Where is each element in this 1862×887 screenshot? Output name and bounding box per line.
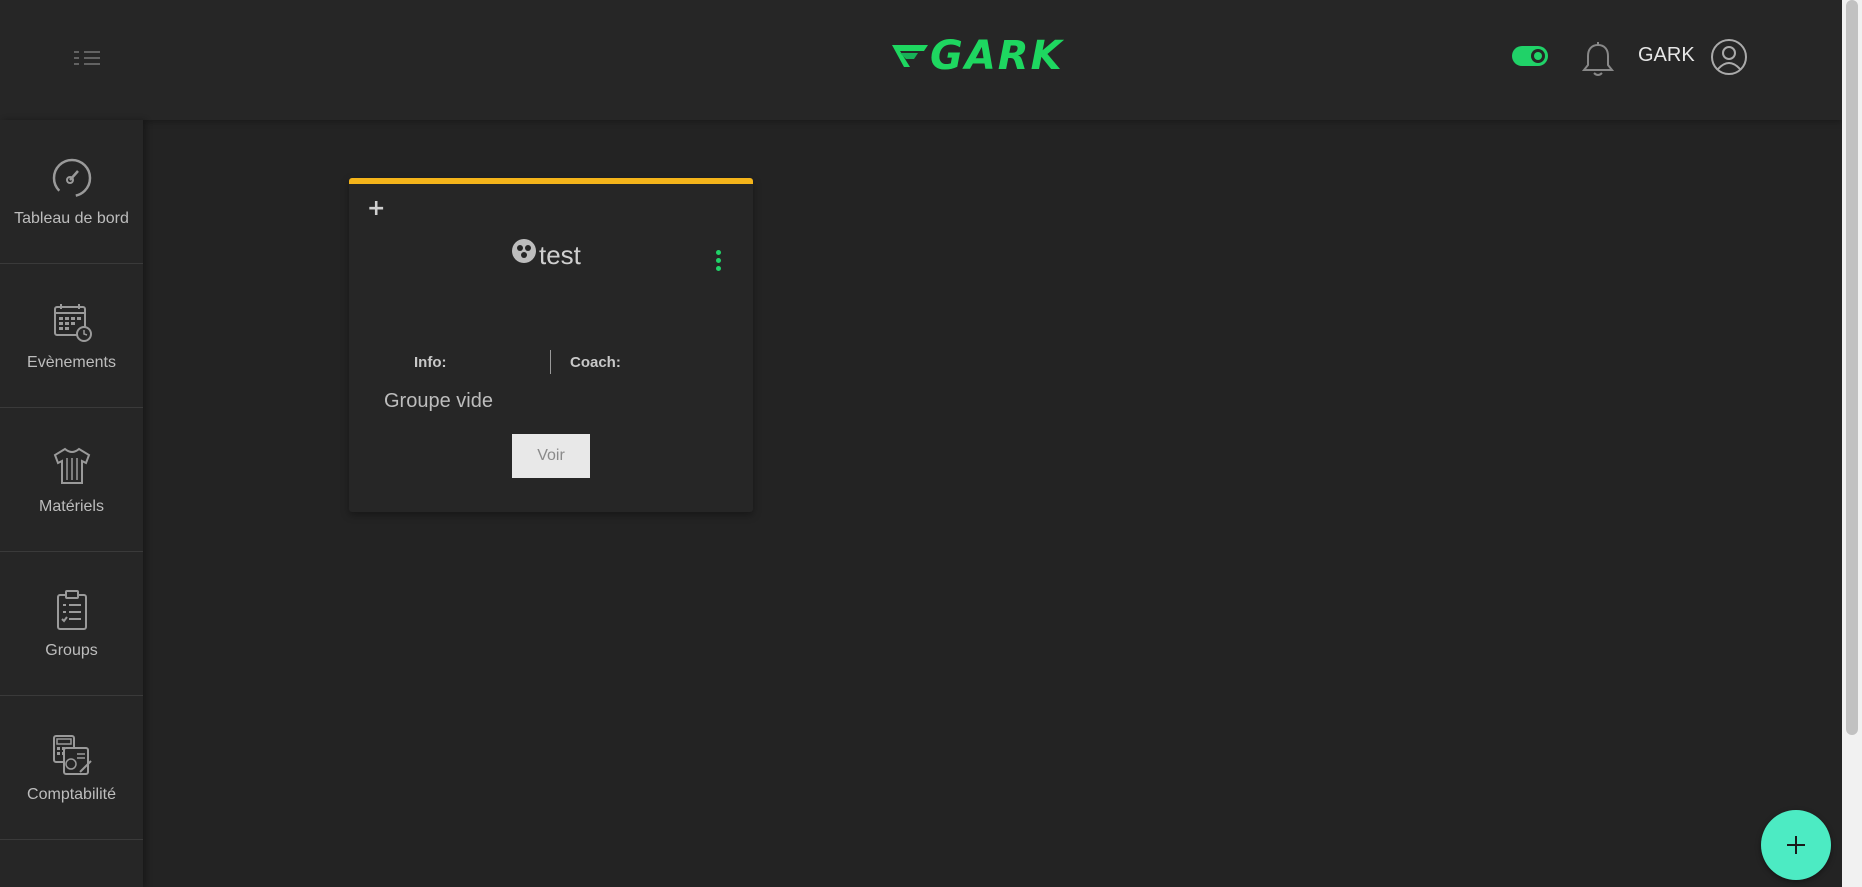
accounting-icon xyxy=(52,734,92,775)
sidebar-item-label: Groups xyxy=(45,641,98,659)
theme-toggle[interactable] xyxy=(1512,46,1548,66)
toggle-knob xyxy=(1531,49,1545,63)
logo-mark-icon xyxy=(892,45,928,67)
group-title-wrap: test xyxy=(511,239,581,271)
group-card: + test Info: Coach: Groupe vide Voir xyxy=(349,178,753,512)
notification-bell-icon[interactable] xyxy=(1580,40,1616,80)
sidebar-item-label: Matériels xyxy=(39,497,104,515)
info-coach-divider xyxy=(550,350,551,374)
sidebar-item-label: Evènements xyxy=(27,353,116,371)
sidebar: Tableau de bord Evènements Matériels Gro… xyxy=(0,120,143,887)
empty-group-text: Groupe vide xyxy=(384,390,493,412)
view-group-button[interactable]: Voir xyxy=(512,434,590,478)
app-logo[interactable]: GARK xyxy=(890,36,1064,76)
sidebar-item-events[interactable]: Evènements xyxy=(0,264,143,408)
scrollbar-thumb[interactable] xyxy=(1846,0,1858,735)
speedometer-icon xyxy=(52,158,91,197)
logo-text: GARK xyxy=(930,33,1064,79)
sidebar-item-label: Tableau de bord xyxy=(14,209,129,227)
clipboard-list-icon xyxy=(56,589,87,630)
group-title: test xyxy=(539,240,581,270)
coach-label: Coach: xyxy=(570,354,621,371)
menu-toggle-icon[interactable] xyxy=(70,48,106,70)
sidebar-item-groups[interactable]: Groups xyxy=(0,552,143,696)
sidebar-item-equipment[interactable]: Matériels xyxy=(0,408,143,552)
add-group-fab[interactable] xyxy=(1761,810,1831,880)
calendar-clock-icon xyxy=(53,303,92,342)
sidebar-item-accounting[interactable]: Comptabilité xyxy=(0,696,143,840)
top-header: GARK GARK xyxy=(0,0,1842,120)
user-avatar-icon[interactable] xyxy=(1710,38,1748,76)
sidebar-item-label: Comptabilité xyxy=(27,785,116,803)
more-options-icon[interactable] xyxy=(711,250,725,276)
jersey-icon xyxy=(53,447,90,484)
info-label: Info: xyxy=(414,354,447,371)
plus-icon xyxy=(1787,836,1805,854)
sidebar-item-dashboard[interactable]: Tableau de bord xyxy=(0,120,143,264)
username-label[interactable]: GARK xyxy=(1638,44,1695,67)
add-member-button[interactable]: + xyxy=(367,198,385,220)
group-icon xyxy=(512,239,536,263)
